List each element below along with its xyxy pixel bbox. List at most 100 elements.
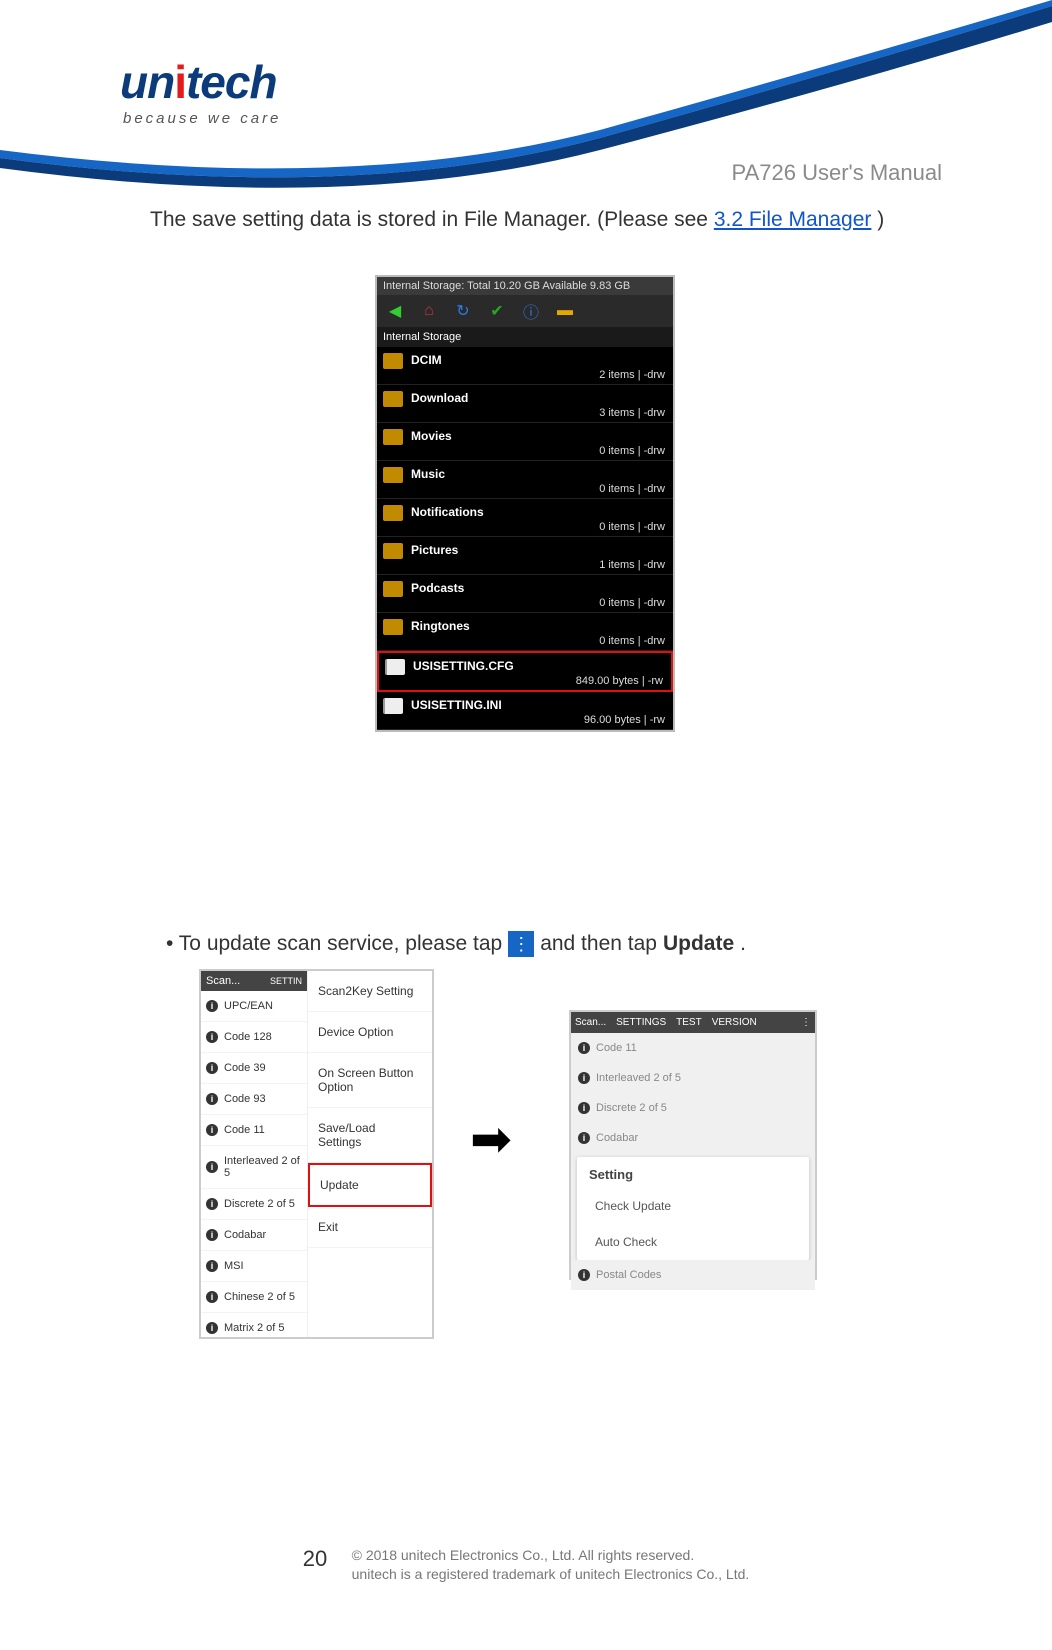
back-icon[interactable]: ◀ (383, 299, 407, 323)
item-name: USISETTING.INI (411, 698, 665, 712)
item-name: Download (411, 391, 665, 405)
scan-settings-menu-screenshot: Scan... SETTIN iUPC/EANiCode 128iCode 39… (199, 969, 434, 1339)
info-icon: i (206, 1031, 218, 1043)
item-name: Podcasts (411, 581, 665, 595)
item-meta: 0 items | -drw (411, 445, 665, 457)
symbology-item[interactable]: iCode 93 (201, 1084, 307, 1115)
list-item: iDiscrete 2 of 5 (571, 1093, 815, 1123)
folder-item[interactable]: Music 0 items | -drw (377, 461, 673, 499)
folder-item[interactable]: Podcasts 0 items | -drw (377, 575, 673, 613)
info-icon: i (578, 1269, 590, 1281)
scan1-overflow-menu: Scan2Key SettingDevice OptionOn Screen B… (307, 971, 432, 1337)
fm-location: Internal Storage (377, 327, 673, 347)
check-icon[interactable]: ✔ (485, 299, 509, 323)
fm-list: DCIM2 items | -drwDownload3 items | -drw… (377, 347, 673, 730)
symbology-item[interactable]: i Code 11 (201, 1115, 307, 1146)
folder-icon (383, 581, 403, 597)
folder-icon (383, 429, 403, 445)
scan1-left: Scan... SETTIN iUPC/EANiCode 128iCode 39… (201, 971, 307, 1337)
intro-paragraph: The save setting data is stored in File … (150, 208, 972, 232)
brand-tagline: because we care (123, 110, 281, 127)
item-label: Code 11 (224, 1124, 265, 1136)
copyright: © 2018 unitech Electronics Co., Ltd. All… (352, 1546, 750, 1585)
item-label: Code 39 (224, 1062, 266, 1074)
item-meta: 0 items | -drw (411, 597, 665, 609)
item-label: MSI (224, 1260, 244, 1272)
folder-icon (383, 505, 403, 521)
item-label: Discrete 2 of 5 (224, 1198, 295, 1210)
dialog-option[interactable]: Check Update (577, 1188, 809, 1224)
list-item: iCodabar (571, 1123, 815, 1153)
page-number: 20 (303, 1546, 327, 1572)
item-name: DCIM (411, 353, 665, 367)
info-icon: i (578, 1042, 590, 1054)
info-icon: i (578, 1102, 590, 1114)
item-name: Music (411, 467, 665, 481)
file-item[interactable]: USISETTING.CFG 849.00 bytes | -rw (377, 651, 673, 692)
refresh-icon[interactable]: ↻ (451, 299, 475, 323)
update-instruction: • To update scan service, please tap ⋮ a… (166, 931, 972, 957)
item-meta: 0 items | -drw (411, 483, 665, 495)
file-manager-link[interactable]: 3.2 File Manager (714, 208, 872, 231)
info-icon: i (206, 1322, 218, 1334)
fm-storage-line: Internal Storage: Total 10.20 GB Availab… (377, 277, 673, 295)
folder-item[interactable]: Ringtones0 items | -drw (377, 613, 673, 651)
info-icon: i (206, 1062, 218, 1074)
item-name: Pictures (411, 543, 665, 557)
fm-toolbar: ◀ ⌂ ↻ ✔ ⓘ ▬ (377, 295, 673, 327)
menu-item[interactable]: Device Option (308, 1012, 432, 1053)
info-icon: i (206, 1093, 218, 1105)
info-icon: i (206, 1229, 218, 1241)
info-icon: i (206, 1124, 218, 1136)
folder-item[interactable]: Download3 items | -drw (377, 385, 673, 423)
dialog-option[interactable]: Auto Check (577, 1224, 809, 1260)
menu-item[interactable]: Exit (308, 1207, 432, 1248)
list-item: i Postal Codes (571, 1260, 815, 1290)
item-label: Codabar (224, 1229, 266, 1241)
dialog-title: Setting (577, 1157, 809, 1188)
info-icon: i (206, 1000, 218, 1012)
info-icon: i (206, 1198, 218, 1210)
file-item[interactable]: USISETTING.INI96.00 bytes | -rw (377, 692, 673, 730)
item-meta: 849.00 bytes | -rw (413, 675, 663, 687)
folder-icon (383, 467, 403, 483)
item-name: Movies (411, 429, 665, 443)
info-icon[interactable]: ⓘ (519, 299, 543, 323)
symbology-item[interactable]: i Matrix 2 of 5 (201, 1313, 307, 1337)
menu-item[interactable]: Scan2Key Setting (308, 971, 432, 1012)
scan-update-dialog-screenshot: Scan... SETTINGS TEST VERSION ⋮ iCode 11… (569, 1010, 817, 1280)
setting-dialog: Setting Check UpdateAuto Check (577, 1157, 809, 1260)
file-manager-screenshot: Internal Storage: Total 10.20 GB Availab… (375, 275, 675, 732)
menu-item[interactable]: Save/Load Settings (308, 1108, 432, 1163)
item-meta: 0 items | -drw (411, 521, 665, 533)
info-icon: i (578, 1072, 590, 1084)
item-name: USISETTING.CFG (413, 659, 663, 673)
folder-icon (383, 543, 403, 559)
symbology-item[interactable]: iInterleaved 2 of 5 (201, 1146, 307, 1189)
symbology-item[interactable]: i Code 39 (201, 1053, 307, 1084)
scan1-title: Scan... (206, 975, 240, 987)
folder-item[interactable]: Movies 0 items | -drw (377, 423, 673, 461)
symbology-item[interactable]: i Codabar (201, 1220, 307, 1251)
menu-item[interactable]: Update (308, 1163, 432, 1207)
folder-item[interactable]: Pictures 1 items | -drw (377, 537, 673, 575)
overflow-menu-icon[interactable]: ⋮ (801, 1017, 811, 1028)
folder-item[interactable]: DCIM2 items | -drw (377, 347, 673, 385)
overflow-menu-icon[interactable]: ⋮ (508, 931, 534, 957)
item-label: Matrix 2 of 5 (224, 1322, 285, 1334)
arrow-icon: ➡ (470, 1110, 512, 1168)
folder-item[interactable]: Notifications0 items | -drw (377, 499, 673, 537)
item-label: Chinese 2 of 5 (224, 1291, 295, 1303)
folder-icon (383, 391, 403, 407)
symbology-item[interactable]: iMSI (201, 1251, 307, 1282)
symbology-item[interactable]: iUPC/EAN (201, 991, 307, 1022)
symbology-item[interactable]: i Discrete 2 of 5 (201, 1189, 307, 1220)
symbology-item[interactable]: iCode 128 (201, 1022, 307, 1053)
home-icon[interactable]: ⌂ (417, 299, 441, 323)
menu-item[interactable]: On Screen Button Option (308, 1053, 432, 1108)
item-name: Ringtones (411, 619, 665, 633)
item-meta: 1 items | -drw (411, 559, 665, 571)
folder-icon (383, 353, 403, 369)
symbology-item[interactable]: iChinese 2 of 5 (201, 1282, 307, 1313)
folder-icon[interactable]: ▬ (553, 299, 577, 323)
